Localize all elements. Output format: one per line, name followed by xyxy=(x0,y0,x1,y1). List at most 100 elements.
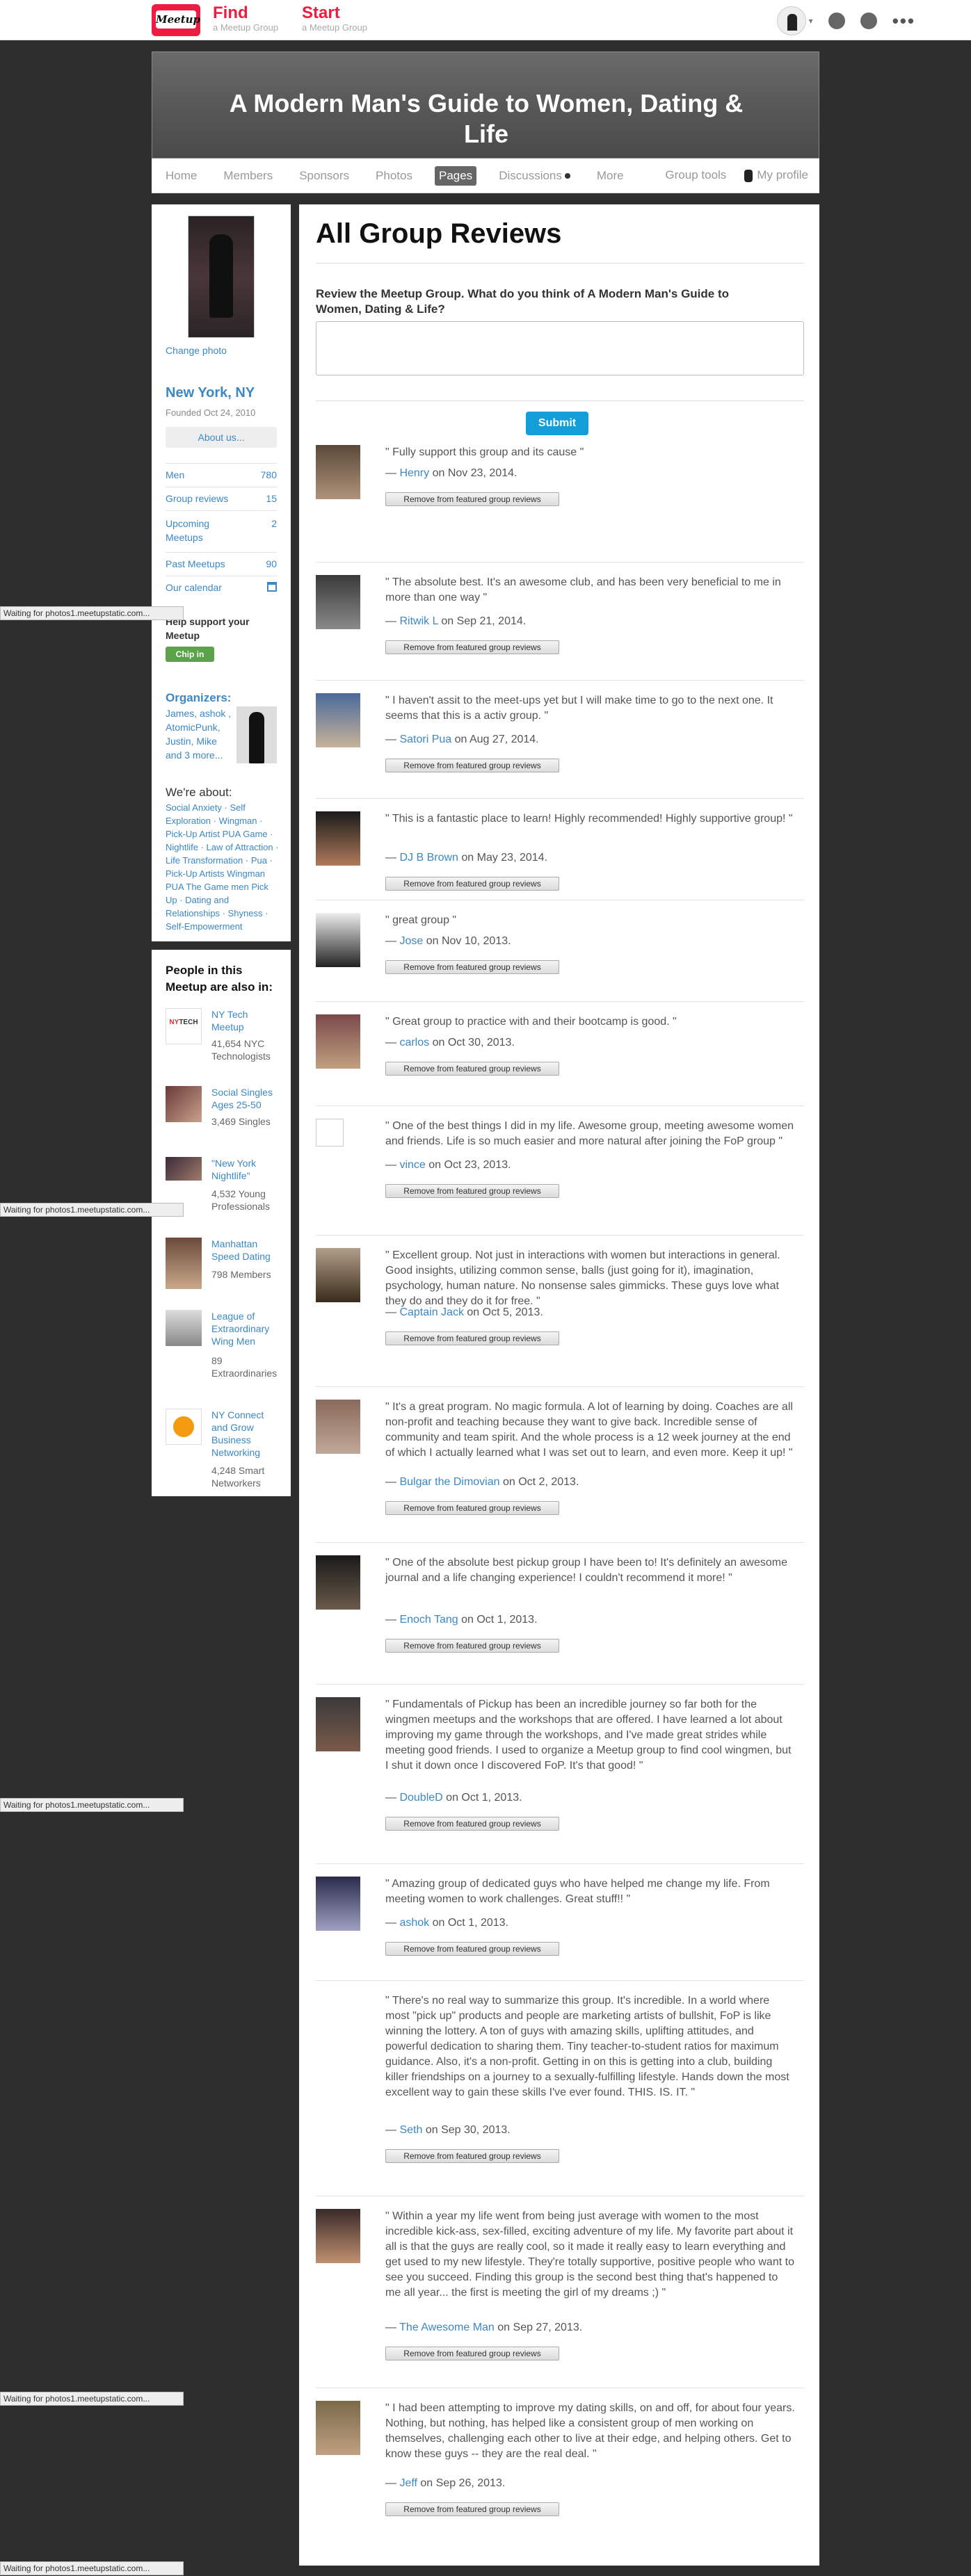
start-sub: a Meetup Group xyxy=(302,22,367,33)
organizer-photo[interactable] xyxy=(236,706,277,763)
group-title[interactable]: A Modern Man's Guide to Women, Dating & … xyxy=(215,88,757,149)
remove-featured-button[interactable]: Remove from featured group reviews xyxy=(385,1331,559,1345)
meetup-logo[interactable]: Meetup xyxy=(152,4,200,36)
reviewer-avatar[interactable] xyxy=(316,1248,360,1302)
review-author-link[interactable]: carlos xyxy=(399,1037,429,1048)
review-byline: — Henry on Nov 23, 2014. xyxy=(385,467,517,480)
reviewer-avatar[interactable] xyxy=(316,1119,344,1147)
review-author-link[interactable]: DJ B Brown xyxy=(399,852,458,864)
chip-in-button[interactable]: Chip in xyxy=(166,647,214,662)
group-city[interactable]: New York, NY xyxy=(166,385,255,401)
remove-featured-button[interactable]: Remove from featured group reviews xyxy=(385,640,559,654)
stat-men[interactable]: Men 780 xyxy=(166,463,277,480)
review-byline: — DoubleD on Oct 1, 2013. xyxy=(385,1792,522,1804)
notifications-icon[interactable] xyxy=(860,13,877,29)
tab-home[interactable]: Home xyxy=(161,166,201,186)
remove-featured-button[interactable]: Remove from featured group reviews xyxy=(385,877,559,891)
stat-upcoming[interactable]: Upcoming Meetups 2 xyxy=(166,510,277,544)
remove-featured-button[interactable]: Remove from featured group reviews xyxy=(385,1501,559,1515)
reviewer-avatar[interactable] xyxy=(316,1877,360,1931)
review-date: on May 23, 2014. xyxy=(458,852,548,864)
review-author-link[interactable]: Bulgar the Dimovian xyxy=(399,1476,499,1488)
unread-dot-icon xyxy=(564,173,570,179)
reviewer-avatar[interactable] xyxy=(316,1400,360,1454)
review-date: on Oct 23, 2013. xyxy=(425,1159,511,1171)
group-photo[interactable] xyxy=(188,216,255,338)
review-byline: — Seth on Sep 30, 2013. xyxy=(385,2124,511,2137)
reviewer-avatar[interactable] xyxy=(316,811,360,866)
review-author-link[interactable]: ashok xyxy=(399,1917,429,1929)
remove-featured-button[interactable]: Remove from featured group reviews xyxy=(385,2347,559,2360)
review-author-link[interactable]: DoubleD xyxy=(399,1792,442,1804)
organizers-heading: Organizers: xyxy=(166,691,232,704)
reviewer-avatar[interactable] xyxy=(316,2401,360,2455)
review-author-link[interactable]: Seth xyxy=(399,2124,422,2136)
organizers-list[interactable]: James, ashok , AtomicPunk, Justin, Mike … xyxy=(166,706,235,762)
remove-featured-button[interactable]: Remove from featured group reviews xyxy=(385,960,559,974)
remove-featured-button[interactable]: Remove from featured group reviews xyxy=(385,2149,559,2163)
reviewer-avatar[interactable] xyxy=(316,445,360,499)
my-profile-link[interactable]: My profile xyxy=(744,168,808,182)
reviewer-avatar[interactable] xyxy=(316,1697,360,1751)
review-item: " Great group to practice with and their… xyxy=(316,1001,804,1076)
byline-dash: — xyxy=(385,1037,400,1048)
submit-button[interactable]: Submit xyxy=(526,412,588,435)
group-tools-link[interactable]: Group tools xyxy=(665,168,726,182)
find-label: Find xyxy=(213,3,248,22)
review-text: " Amazing group of dedicated guys who ha… xyxy=(385,1878,770,1905)
reviewer-avatar[interactable] xyxy=(316,1014,360,1069)
review-author-link[interactable]: Enoch Tang xyxy=(399,1614,458,1626)
group-nav: Home Members Sponsors Photos Pages Discu… xyxy=(152,159,819,193)
remove-featured-button[interactable]: Remove from featured group reviews xyxy=(385,1639,559,1653)
reviewer-avatar[interactable] xyxy=(316,693,360,747)
stat-calendar[interactable]: Our calendar xyxy=(166,576,277,593)
tab-sponsors[interactable]: Sponsors xyxy=(295,166,353,186)
remove-featured-button[interactable]: Remove from featured group reviews xyxy=(385,1184,559,1198)
reviewer-avatar[interactable] xyxy=(316,1993,360,2048)
topics-list[interactable]: Social Anxiety · Self Exploration · Wing… xyxy=(166,801,282,933)
byline-dash: — xyxy=(385,2477,400,2489)
start-nav[interactable]: Start a Meetup Group xyxy=(302,4,367,33)
reviewer-avatar[interactable] xyxy=(316,575,360,629)
review-author-link[interactable]: Satori Pua xyxy=(399,734,451,745)
messages-icon[interactable] xyxy=(828,13,845,29)
remove-featured-button[interactable]: Remove from featured group reviews xyxy=(385,2502,559,2516)
review-textarea[interactable] xyxy=(316,321,804,375)
change-photo-link[interactable]: Change photo xyxy=(166,345,227,356)
remove-featured-button[interactable]: Remove from featured group reviews xyxy=(385,1817,559,1831)
review-author-link[interactable]: Ritwik L xyxy=(399,615,438,627)
remove-featured-button[interactable]: Remove from featured group reviews xyxy=(385,1062,559,1076)
status-bar: Waiting for photos1.meetupstatic.com... xyxy=(0,606,184,620)
review-byline: — Jeff on Sep 26, 2013. xyxy=(385,2477,505,2490)
review-author-link[interactable]: Captain Jack xyxy=(399,1306,464,1318)
tab-pages[interactable]: Pages xyxy=(434,165,477,186)
stat-past[interactable]: Past Meetups 90 xyxy=(166,552,277,569)
review-text: " Fundamentals of Pickup has been an inc… xyxy=(385,1699,792,1772)
about-us-button[interactable]: About us... xyxy=(166,427,277,448)
tab-more[interactable]: More xyxy=(593,166,628,186)
review-author-link[interactable]: The Awesome Man xyxy=(399,2322,495,2333)
review-author-link[interactable]: vince xyxy=(399,1159,425,1171)
remove-featured-button[interactable]: Remove from featured group reviews xyxy=(385,759,559,772)
chevron-down-icon[interactable]: ▾ xyxy=(809,16,813,26)
divider xyxy=(316,400,804,401)
stat-group-reviews[interactable]: Group reviews 15 xyxy=(166,487,277,504)
remove-featured-button[interactable]: Remove from featured group reviews xyxy=(385,492,559,506)
review-text: " This is a fantastic place to learn! Hi… xyxy=(385,813,793,825)
review-date: on Oct 30, 2013. xyxy=(429,1037,515,1048)
review-author-link[interactable]: Henry xyxy=(399,467,429,479)
review-author-link[interactable]: Jose xyxy=(399,935,423,947)
review-author-link[interactable]: Jeff xyxy=(399,2477,417,2489)
group-banner: A Modern Man's Guide to Women, Dating & … xyxy=(152,51,819,159)
tab-members[interactable]: Members xyxy=(219,166,277,186)
reviewer-avatar[interactable] xyxy=(316,1555,360,1610)
group-thumb: NYTECH xyxy=(166,1008,202,1044)
tab-photos[interactable]: Photos xyxy=(371,166,417,186)
remove-featured-button[interactable]: Remove from featured group reviews xyxy=(385,1942,559,1956)
profile-avatar[interactable] xyxy=(776,6,806,35)
find-nav[interactable]: Find a Meetup Group xyxy=(213,4,278,33)
tab-discussions[interactable]: Discussions xyxy=(495,166,575,186)
more-icon[interactable]: ••• xyxy=(892,10,915,32)
reviewer-avatar[interactable] xyxy=(316,2209,360,2263)
reviewer-avatar[interactable] xyxy=(316,913,360,967)
